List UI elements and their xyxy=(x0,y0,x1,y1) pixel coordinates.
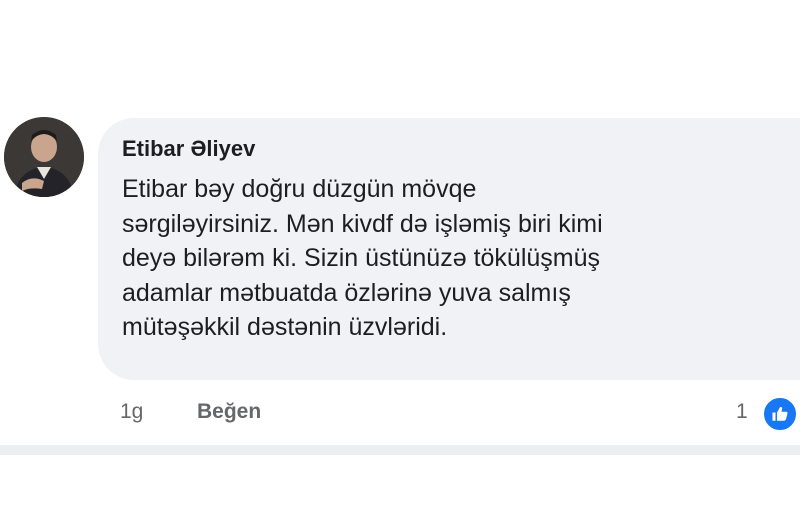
comment-author[interactable]: Etibar Əliyev xyxy=(122,136,255,162)
reaction-count[interactable]: 1 xyxy=(736,400,748,424)
thumbs-up-icon[interactable] xyxy=(762,396,798,432)
like-button[interactable]: Beğen xyxy=(197,400,261,424)
avatar[interactable] xyxy=(4,117,84,197)
divider xyxy=(0,445,800,455)
comment-text: Etibar bəy doğru düzgün mövqe sərgiləyir… xyxy=(122,175,603,341)
comment-timestamp[interactable]: 1g xyxy=(120,400,143,424)
